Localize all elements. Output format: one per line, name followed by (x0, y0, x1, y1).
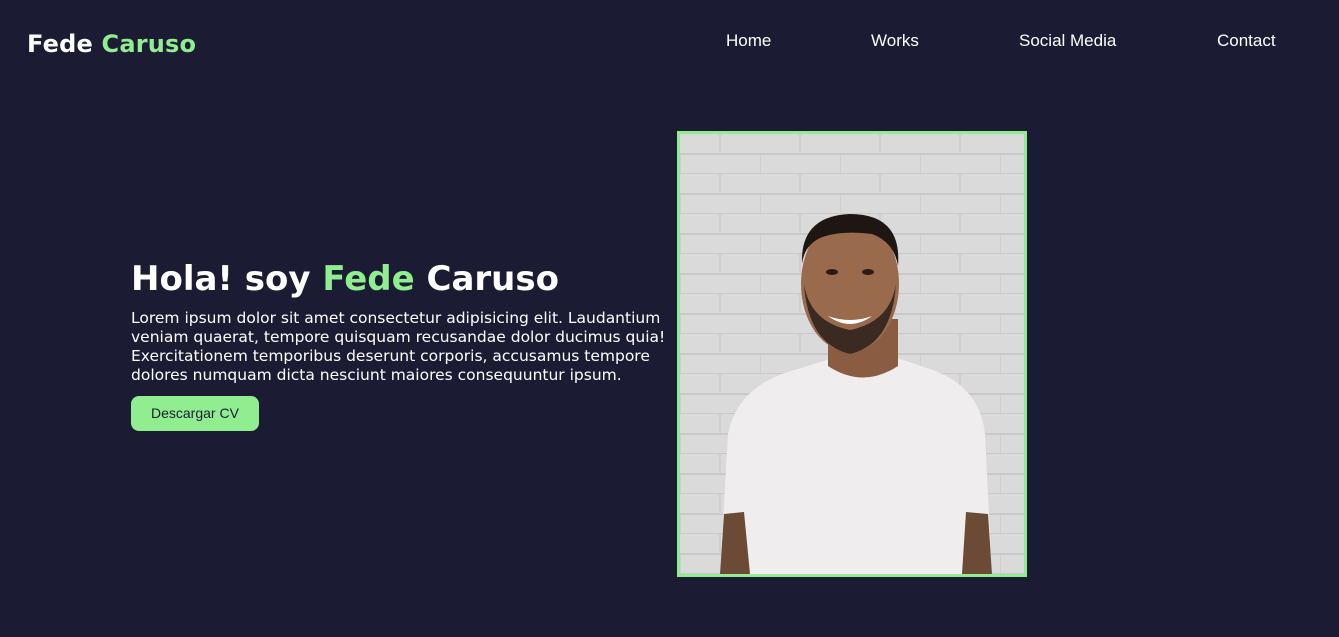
profile-photo (677, 131, 1027, 577)
hero-name-last: Caruso (426, 259, 559, 299)
main-nav: Home Works Social Media Contact (0, 31, 1339, 51)
hero-title: Hola! soy Fede Caruso (131, 258, 676, 300)
profile-photo-illustration (680, 134, 1024, 574)
hero-section: Hola! soy Fede Caruso Lorem ipsum dolor … (131, 258, 676, 431)
nav-social-media-link[interactable]: Social Media (1019, 31, 1116, 51)
hero-greeting: Hola! soy (131, 259, 311, 299)
nav-contact-link[interactable]: Contact (1217, 31, 1276, 51)
hero-description: Lorem ipsum dolor sit amet consectetur a… (131, 309, 666, 384)
hero-name-first: Fede (322, 259, 415, 299)
nav-works-link[interactable]: Works (871, 31, 919, 51)
download-cv-button[interactable]: Descargar CV (131, 396, 259, 431)
nav-home-link[interactable]: Home (726, 31, 771, 51)
